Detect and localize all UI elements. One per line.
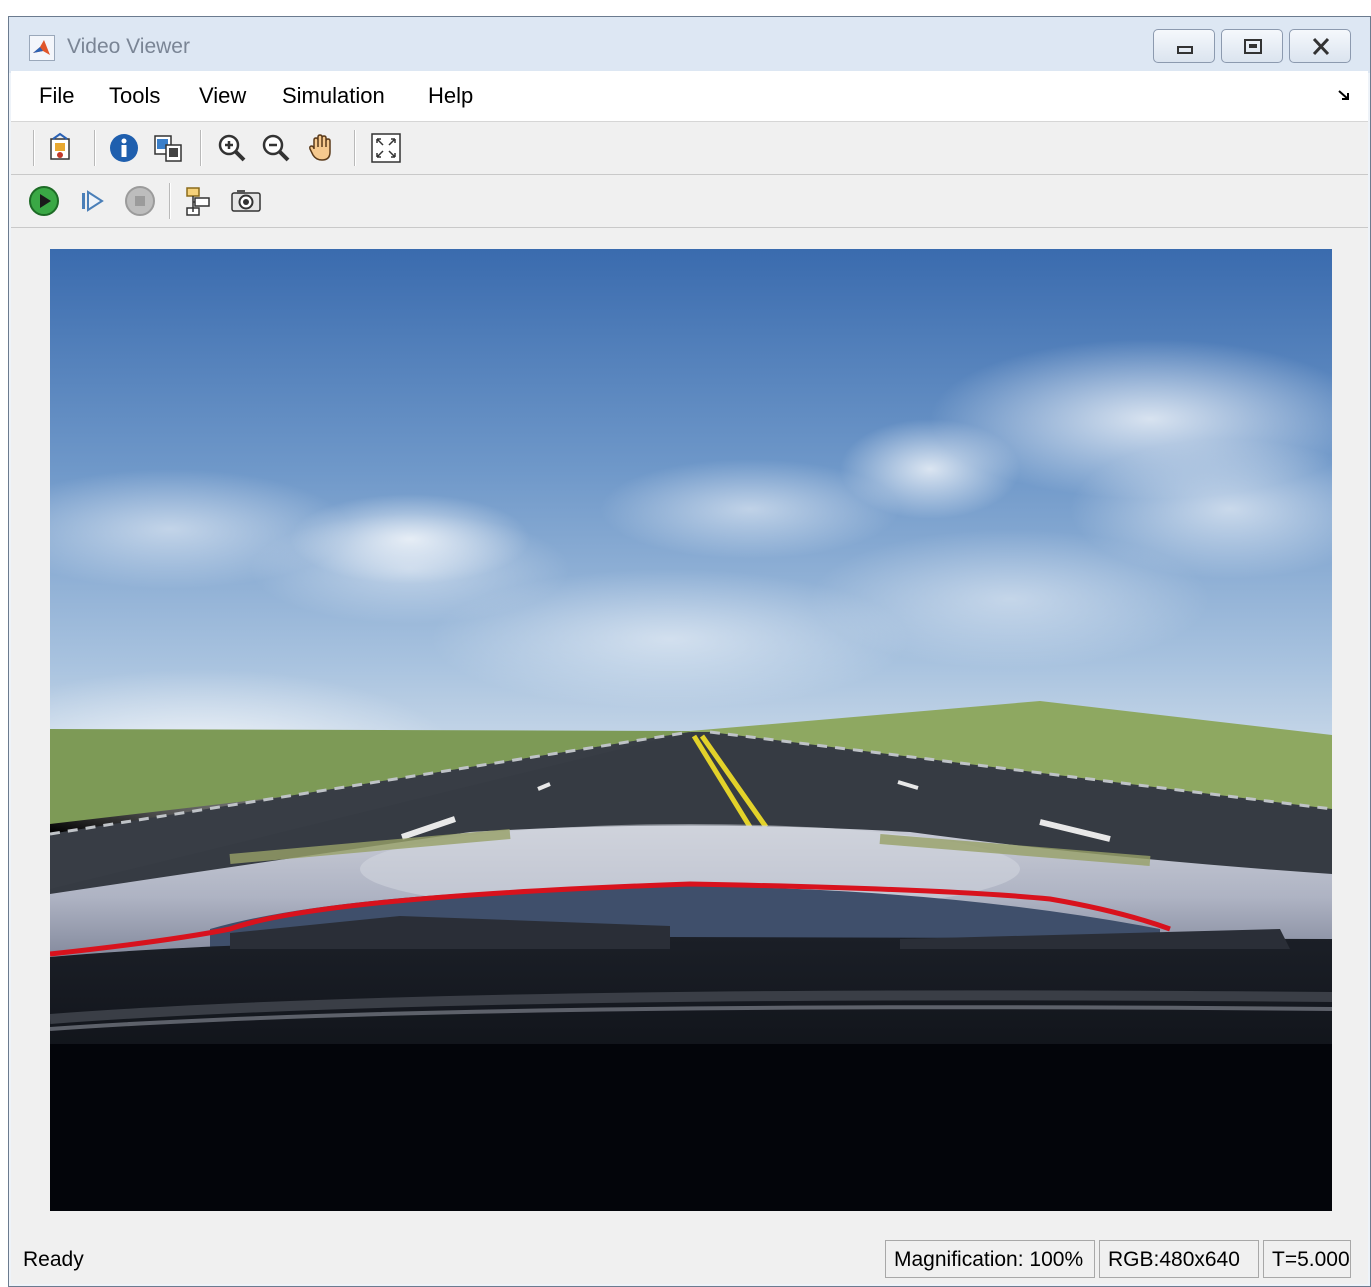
- run-button[interactable]: [27, 184, 61, 218]
- title-bar[interactable]: Video Viewer: [9, 17, 1370, 73]
- menu-bar: File Tools View Simulation Help: [11, 71, 1368, 122]
- format-readout: RGB:480x640: [1099, 1240, 1259, 1278]
- snapshot-camera-icon: [231, 190, 261, 212]
- maximize-icon: [1244, 39, 1262, 54]
- copy-image-button[interactable]: [151, 131, 185, 165]
- client-area: File Tools View Simulation Help Ready Ma…: [11, 71, 1368, 1284]
- video-frame-image: [50, 249, 1332, 1211]
- menu-view[interactable]: View: [199, 83, 246, 109]
- maximize-button[interactable]: [1221, 29, 1283, 63]
- close-icon: [1312, 37, 1330, 56]
- toolbar-main: [11, 122, 1368, 175]
- time-readout: T=5.000: [1263, 1240, 1351, 1278]
- dock-arrow-icon[interactable]: [1336, 87, 1352, 103]
- zoom-out-button[interactable]: [259, 131, 293, 165]
- info-icon: [110, 134, 138, 162]
- video-display[interactable]: [50, 249, 1332, 1211]
- fit-to-view-button[interactable]: [369, 131, 403, 165]
- step-forward-icon: [82, 190, 104, 212]
- menu-tools[interactable]: Tools: [109, 83, 160, 109]
- step-forward-button[interactable]: [75, 184, 109, 218]
- video-viewer-window: Video Viewer File Tools View Simulation …: [8, 16, 1371, 1287]
- fit-to-view-icon: [371, 133, 401, 163]
- matlab-logo-icon: [29, 35, 55, 61]
- open-model-icon: [50, 132, 70, 160]
- pan-hand-icon: [309, 134, 331, 161]
- close-button[interactable]: [1289, 29, 1351, 63]
- info-button[interactable]: [107, 131, 141, 165]
- zoom-out-icon: [262, 134, 290, 162]
- highlight-block-icon: [186, 187, 210, 216]
- highlight-block-button[interactable]: [183, 184, 217, 218]
- toolbar-separator: [33, 130, 35, 166]
- toolbar-simulation: [11, 175, 1368, 228]
- menu-file[interactable]: File: [39, 83, 74, 109]
- minimize-button[interactable]: [1153, 29, 1215, 63]
- menu-help[interactable]: Help: [428, 83, 473, 109]
- window-title: Video Viewer: [67, 35, 190, 58]
- toolbar-separator: [169, 183, 171, 219]
- zoom-in-button[interactable]: [215, 131, 249, 165]
- zoom-in-icon: [218, 134, 246, 162]
- status-bar: Ready Magnification: 100% RGB:480x640 T=…: [11, 1234, 1368, 1284]
- copy-image-icon: [154, 135, 182, 162]
- pan-button[interactable]: [305, 131, 339, 165]
- open-model-button[interactable]: [43, 131, 77, 165]
- menu-simulation[interactable]: Simulation: [282, 83, 385, 109]
- minimize-icon: [1177, 46, 1193, 54]
- run-icon: [29, 186, 59, 216]
- toolbar-separator: [354, 130, 356, 166]
- toolbar-separator: [200, 130, 202, 166]
- stop-button[interactable]: [123, 184, 157, 218]
- magnification-readout: Magnification: 100%: [885, 1240, 1095, 1278]
- toolbar-separator: [94, 130, 96, 166]
- stop-icon: [125, 186, 155, 216]
- status-text: Ready: [23, 1248, 84, 1271]
- snapshot-button[interactable]: [229, 184, 263, 218]
